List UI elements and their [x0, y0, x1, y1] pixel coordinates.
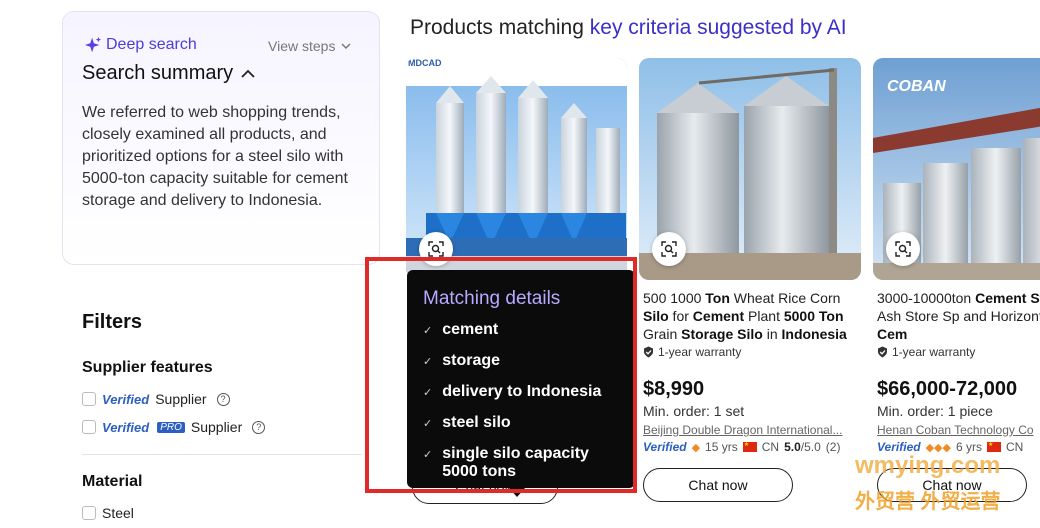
- image-search-icon: [895, 241, 911, 257]
- shield-check-icon: [877, 346, 888, 358]
- title-part: Storage Silo: [681, 326, 763, 342]
- filters-title: Filters: [82, 311, 142, 334]
- supplier-link[interactable]: Beijing Double Dragon International...: [643, 423, 855, 437]
- view-steps-button[interactable]: View steps: [268, 38, 351, 54]
- watermark-text: 外贸营 外贸运营: [855, 485, 1001, 514]
- help-icon[interactable]: ?: [252, 421, 265, 434]
- filter-material-steel[interactable]: Steel: [82, 505, 134, 521]
- verified-badge: Verified: [643, 440, 687, 454]
- product-title[interactable]: 3000-10000ton Cement Storage Fly Ash Sto…: [877, 289, 1040, 343]
- shield-check-icon: [643, 346, 654, 358]
- china-flag-icon: [743, 442, 757, 452]
- supplier-features-title: Supplier features: [82, 359, 213, 377]
- warranty: 1-year warranty: [877, 345, 975, 359]
- title-part: Silo: [643, 308, 669, 324]
- brand-logo: COBAN: [887, 78, 946, 96]
- title-part: 5000 Ton: [784, 308, 844, 324]
- view-steps-text: View steps: [268, 38, 335, 54]
- brand-logo: MDCAD: [408, 58, 442, 68]
- summary-toggle[interactable]: Search summary: [82, 62, 255, 85]
- title-part: Storage: [1030, 290, 1040, 306]
- title-part: Ton: [705, 290, 730, 306]
- verified-badge: Verified: [102, 392, 149, 407]
- filter-verified-pro-supplier[interactable]: Verified PRO Supplier ?: [82, 419, 265, 435]
- title-part: Cement: [693, 308, 744, 324]
- highlight-box: [365, 257, 637, 493]
- title-part: for: [669, 308, 693, 324]
- image-search-icon: [661, 241, 677, 257]
- filter-verified-supplier[interactable]: Verified Supplier ?: [82, 391, 230, 407]
- title-part: and Horizontal: [960, 308, 1040, 324]
- supplier-link[interactable]: Henan Coban Technology Co: [877, 423, 1040, 437]
- help-icon[interactable]: ?: [217, 393, 230, 406]
- deep-search-label: Deep search: [84, 36, 197, 54]
- heading-highlight: key criteria suggested by AI: [590, 16, 847, 39]
- filter-label: Supplier: [191, 419, 242, 435]
- deep-search-text: Deep search: [106, 36, 197, 54]
- summary-title: Search summary: [82, 62, 233, 85]
- years: 15 yrs: [705, 440, 738, 454]
- title-part: Wheat Rice Corn: [730, 290, 840, 306]
- chat-now-label: Chat now: [688, 477, 747, 493]
- chevron-up-icon: [241, 69, 255, 79]
- verified-badge: Verified: [102, 420, 149, 435]
- product-price: $8,990: [643, 378, 704, 401]
- warranty: 1-year warranty: [643, 345, 741, 359]
- country: CN: [762, 440, 779, 454]
- title-part: Plant: [744, 308, 784, 324]
- title-part: in: [763, 326, 782, 342]
- product-title[interactable]: 500 1000 Ton Wheat Rice Corn Silo for Ce…: [643, 289, 861, 343]
- rating: 5.0/5.0: [784, 440, 821, 454]
- heading-prefix: Products matching: [410, 16, 590, 39]
- pro-badge: PRO: [157, 422, 185, 433]
- ai-sparkle-icon: [84, 36, 102, 54]
- warranty-text: 1-year warranty: [892, 345, 975, 359]
- title-part: Grain: [643, 326, 681, 342]
- supplier-meta: Verified ◆ 15 yrs CN 5.0/5.0 (2): [643, 440, 840, 454]
- material-title: Material: [82, 473, 142, 491]
- title-part: 500 1000: [643, 290, 705, 306]
- chevron-down-icon: [341, 42, 351, 50]
- china-flag-icon: [987, 442, 1001, 452]
- filter-label: Supplier: [155, 391, 206, 407]
- title-part: Indonesia: [782, 326, 847, 342]
- filter-label: Steel: [102, 505, 134, 521]
- checkbox[interactable]: [82, 420, 96, 434]
- review-count: (2): [826, 440, 841, 454]
- min-order: Min. order: 1 piece: [877, 403, 993, 419]
- title-part: Cement: [975, 290, 1026, 306]
- warranty-text: 1-year warranty: [658, 345, 741, 359]
- min-order: Min. order: 1 set: [643, 403, 744, 419]
- image-search-icon: [428, 241, 444, 257]
- image-search-button[interactable]: [652, 232, 686, 266]
- watermark-url: wmying.com: [855, 452, 1000, 480]
- checkbox[interactable]: [82, 392, 96, 406]
- product-card[interactable]: 500 1000 Ton Wheat Rice Corn Silo for Ce…: [639, 58, 861, 528]
- title-part: 3000-10000ton: [877, 290, 975, 306]
- divider: [82, 454, 362, 455]
- rating-total: /5.0: [801, 440, 821, 454]
- country: CN: [1006, 440, 1023, 454]
- page-title: Products matching key criteria suggested…: [410, 16, 847, 40]
- diamond-icon: ◆: [692, 441, 700, 454]
- chat-now-button[interactable]: Chat now: [643, 468, 793, 502]
- product-price: $66,000-72,000: [877, 378, 1017, 401]
- summary-text: We referred to web shopping trends, clos…: [82, 102, 372, 212]
- rating-value: 5.0: [784, 440, 801, 454]
- image-search-button[interactable]: [886, 232, 920, 266]
